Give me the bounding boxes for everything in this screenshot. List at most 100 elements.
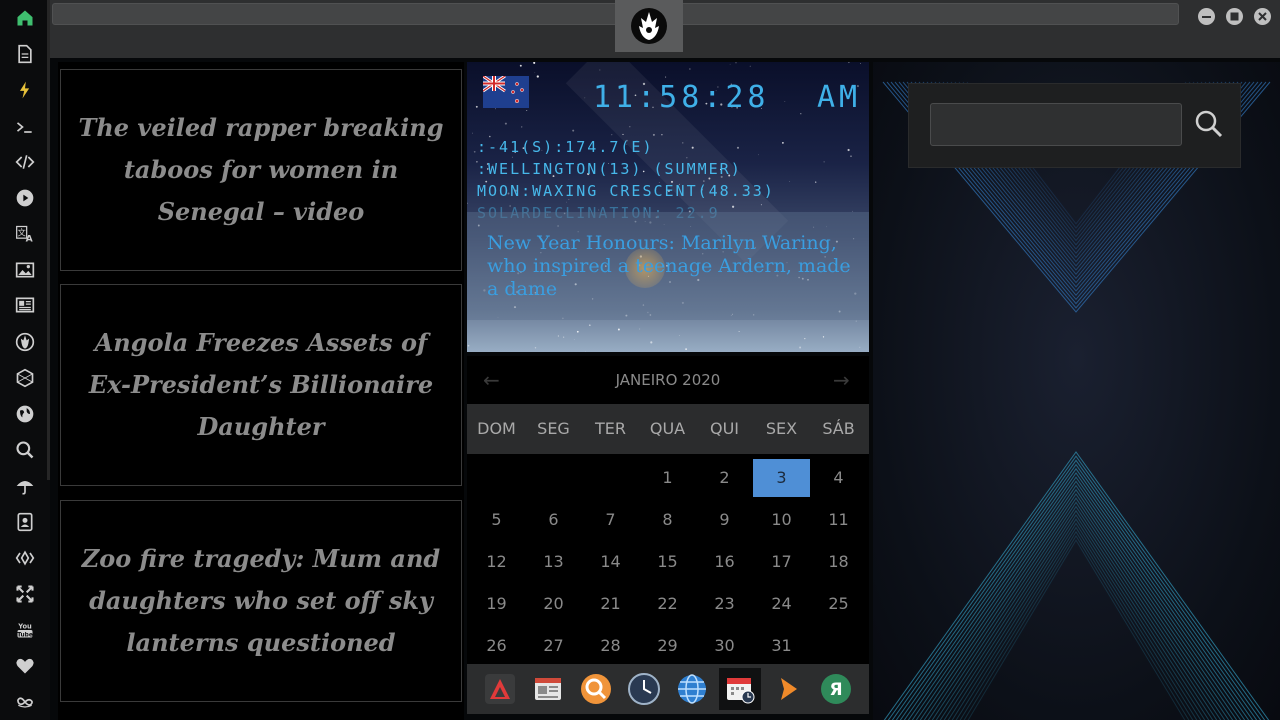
contacts-icon: [17, 512, 33, 532]
clock-moon-phase: MOON:WAXING CRESCENT(48.33): [477, 182, 775, 200]
dock-clock-app[interactable]: [623, 668, 665, 710]
calendar-day[interactable]: 16: [696, 543, 753, 581]
calendar-day[interactable]: 11: [810, 501, 867, 539]
close-button[interactable]: [1254, 8, 1271, 25]
news-item[interactable]: Zoo fire tragedy: Mum and daughters who …: [60, 500, 462, 702]
news-item[interactable]: The veiled rapper breaking taboos for wo…: [60, 69, 462, 271]
sidebar-item-play[interactable]: [8, 184, 42, 212]
sidebar-item-umbrella[interactable]: [8, 472, 42, 500]
sidebar-item-search[interactable]: [8, 436, 42, 464]
next-month-button[interactable]: →: [833, 368, 850, 392]
calendar-day[interactable]: 20: [525, 585, 582, 623]
search-button[interactable]: [1191, 106, 1227, 142]
code-icon: [15, 155, 35, 169]
calendar-day[interactable]: 14: [582, 543, 639, 581]
news-column: The veiled rapper breaking taboos for wo…: [58, 62, 464, 720]
calendar-day[interactable]: 1: [639, 459, 696, 497]
dock-search-app[interactable]: [575, 668, 617, 710]
calendar-day[interactable]: 23: [696, 585, 753, 623]
sidebar-item-code[interactable]: [8, 148, 42, 176]
clock-app-icon: [628, 673, 660, 705]
code-fork-icon: [15, 550, 35, 566]
sidebar-item-hexagon[interactable]: [8, 364, 42, 392]
calendar-day[interactable]: 30: [696, 627, 753, 665]
calendar-day-today[interactable]: 3: [753, 459, 810, 497]
clock-headline[interactable]: New Year Honours: Marilyn Waring, who in…: [487, 232, 857, 301]
calendar-day[interactable]: 17: [753, 543, 810, 581]
calendar-day[interactable]: 4: [810, 459, 867, 497]
calendar-day[interactable]: 28: [582, 627, 639, 665]
calendar-day[interactable]: 26: [468, 627, 525, 665]
arrow-left-icon: ←: [483, 368, 500, 392]
sidebar-item-translate[interactable]: 文A: [8, 220, 42, 248]
calendar-day[interactable]: 13: [525, 543, 582, 581]
expand-icon: [16, 585, 34, 603]
search-app-icon: [581, 674, 611, 704]
calendar-header: JANEIRO 2020: [467, 356, 869, 404]
calendar-day[interactable]: 21: [582, 585, 639, 623]
calendar-day[interactable]: 5: [468, 501, 525, 539]
calendar-day[interactable]: 18: [810, 543, 867, 581]
calendar-day[interactable]: 27: [525, 627, 582, 665]
sidebar-item-home[interactable]: [8, 4, 42, 32]
terminal-icon: [16, 122, 32, 133]
search-input[interactable]: [930, 103, 1182, 146]
newspaper-icon: [15, 297, 35, 313]
calendar-app-icon: [727, 678, 755, 704]
app-launcher-icon: [485, 674, 515, 704]
dock-yandex[interactable]: Я: [815, 668, 857, 710]
sidebar-scrollbar[interactable]: [47, 0, 50, 480]
dock-forward-app[interactable]: [767, 668, 809, 710]
sidebar-item-newspaper[interactable]: [8, 291, 42, 319]
sidebar-item-youtube[interactable]: You Tube: [8, 616, 42, 644]
sidebar-item-globe[interactable]: [8, 400, 42, 428]
calendar-day[interactable]: 6: [525, 501, 582, 539]
clock-ampm: AM: [817, 80, 862, 115]
clock-coordinates: :-41(S):174.7(E): [477, 138, 654, 156]
calendar-day[interactable]: 22: [639, 585, 696, 623]
sidebar-item-terminal[interactable]: [8, 113, 42, 141]
calendar-day[interactable]: 29: [639, 627, 696, 665]
calendar-day[interactable]: 24: [753, 585, 810, 623]
sidebar-item-code-fork[interactable]: [8, 544, 42, 572]
calendar-day[interactable]: 2: [696, 459, 753, 497]
svg-text:You: You: [17, 622, 32, 630]
browser-globe-icon: [678, 674, 706, 704]
app-dock: Я: [467, 664, 869, 714]
sidebar-item-lightning[interactable]: [8, 76, 42, 104]
calendar-day[interactable]: 7: [582, 501, 639, 539]
new-zealand-flag-icon[interactable]: [483, 76, 529, 108]
sidebar-item-contacts[interactable]: [8, 508, 42, 536]
sidebar-item-heart[interactable]: [8, 652, 42, 680]
sidebar-item-expand[interactable]: [8, 580, 42, 608]
calendar-month: JANEIRO 2020: [615, 371, 721, 389]
dock-browser[interactable]: [671, 668, 713, 710]
calendar-day[interactable]: 8: [639, 501, 696, 539]
news-title: Angola Freezes Assets of Ex-President’s …: [88, 328, 434, 441]
calendar-day[interactable]: 25: [810, 585, 867, 623]
calendar-day[interactable]: 31: [753, 627, 810, 665]
calendar-day[interactable]: 10: [753, 501, 810, 539]
sidebar-item-image[interactable]: [8, 256, 42, 284]
prev-month-button[interactable]: ←: [483, 368, 500, 392]
calendar-day[interactable]: 12: [468, 543, 525, 581]
sidebar-item-infinity[interactable]: [8, 688, 42, 716]
play-icon: [16, 189, 34, 207]
dock-calendar-app[interactable]: [719, 668, 761, 710]
world-clock-panel: 11:58:28 AM :-41(S):174.7(E) :WELLINGTON…: [467, 62, 869, 352]
dock-app-launcher[interactable]: [479, 668, 521, 710]
minimize-button[interactable]: [1198, 8, 1215, 25]
calendar-day[interactable]: 9: [696, 501, 753, 539]
maximize-button[interactable]: [1226, 8, 1243, 25]
yandex-icon: Я: [821, 674, 851, 704]
svg-text:A: A: [26, 234, 34, 245]
calendar-day[interactable]: 19: [468, 585, 525, 623]
dock-news-reader[interactable]: [527, 668, 569, 710]
rebel-alliance-icon: [15, 332, 35, 352]
sidebar-item-document[interactable]: [8, 40, 42, 68]
sidebar-item-rebel-alliance[interactable]: [8, 328, 42, 356]
news-item[interactable]: Angola Freezes Assets of Ex-President’s …: [60, 284, 462, 486]
calendar-day[interactable]: 15: [639, 543, 696, 581]
rebel-alliance-logo[interactable]: [615, 0, 683, 52]
heart-icon: [16, 658, 34, 674]
